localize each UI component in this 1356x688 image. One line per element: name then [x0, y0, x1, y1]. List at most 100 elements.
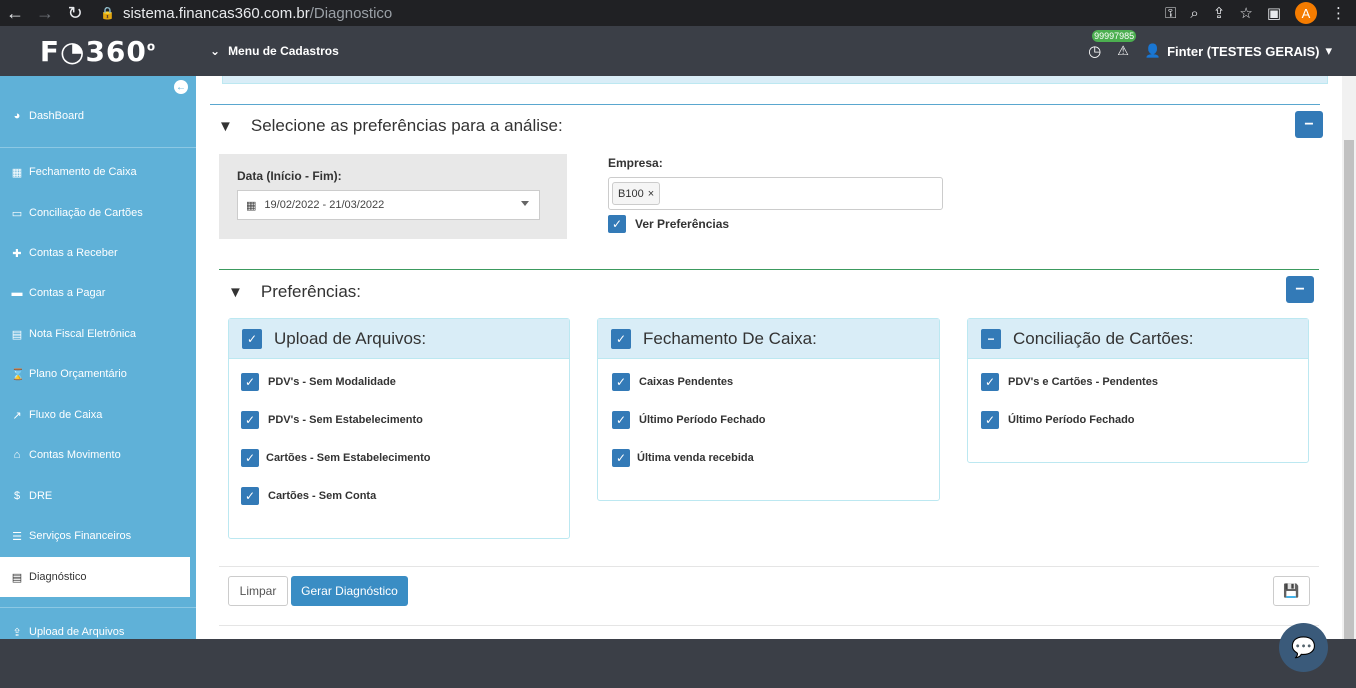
- document-icon: ▤: [11, 571, 23, 584]
- sidebar-item-contas-movimento[interactable]: ⌂ Contas Movimento: [0, 435, 196, 475]
- checkbox-checked-icon[interactable]: ✓: [612, 373, 630, 391]
- back-icon[interactable]: ←: [0, 3, 30, 24]
- profile-avatar[interactable]: A: [1295, 2, 1317, 24]
- menu-cadastros-button[interactable]: ⌄ Menu de Cadastros: [210, 44, 339, 58]
- sidebar-item-contas-pagar[interactable]: ▬ Contas a Pagar: [0, 273, 196, 313]
- sidebar-item-diagnostico[interactable]: ▤ Diagnóstico: [0, 557, 190, 597]
- warning-icon[interactable]: ⚠: [1117, 43, 1129, 59]
- checkbox-checked-icon[interactable]: ✓: [241, 411, 259, 429]
- chat-icon[interactable]: 💬: [1279, 623, 1328, 672]
- scrollbar-thumb[interactable]: [1344, 140, 1354, 639]
- user-label: Finter (TESTES GERAIS): [1167, 43, 1320, 59]
- page-scrollbar[interactable]: [1342, 76, 1356, 639]
- minus-icon: ▬: [11, 287, 23, 299]
- notif-badge: 99997985: [1092, 30, 1137, 42]
- url-host: sistema.financas360.com.br: [122, 4, 310, 22]
- clock-notifications[interactable]: ◷ 99997985: [1088, 30, 1137, 60]
- calendar-icon: ▦: [246, 199, 257, 212]
- sidebar-item-servicos[interactable]: ☰ Serviços Financeiros: [0, 516, 196, 556]
- checkbox-checked-icon[interactable]: ✓: [981, 373, 999, 391]
- card-header: ✓ Fechamento De Caixa:: [598, 319, 939, 359]
- empresa-label: Empresa:: [608, 156, 663, 170]
- checkbox-checked-icon[interactable]: ✓: [612, 411, 630, 429]
- sidebar-item-fechamento[interactable]: ▦ Fechamento de Caixa: [0, 152, 196, 192]
- menu-cadastros-label: Menu de Cadastros: [228, 44, 339, 58]
- card-header: ✓ Upload de Arquivos:: [229, 319, 569, 359]
- more-menu-icon[interactable]: ⋮: [1331, 4, 1346, 22]
- ver-preferencias-label: Ver Preferências: [635, 217, 730, 231]
- sidebar-item-dashboard[interactable]: ◕ DashBoard: [0, 96, 196, 136]
- checkbox-checked-icon[interactable]: ✓: [608, 215, 626, 233]
- checkbox-checked-icon[interactable]: ✓: [241, 373, 259, 391]
- collapse-preferences-button[interactable]: −: [1286, 276, 1314, 303]
- save-icon[interactable]: 💾: [1273, 576, 1310, 606]
- sidebar-item-plano[interactable]: ⌛ Plano Orçamentário: [0, 354, 196, 394]
- limpar-button[interactable]: Limpar: [228, 576, 288, 606]
- reload-icon[interactable]: ↻: [60, 3, 90, 24]
- card-title: Conciliação de Cartões:: [1013, 328, 1194, 348]
- checkbox-checked-icon[interactable]: ✓: [611, 328, 631, 349]
- date-range-input[interactable]: ▦ 19/02/2022 - 21/03/2022: [237, 190, 540, 220]
- empresa-select[interactable]: B100 ×: [608, 177, 943, 210]
- chart-icon: ↗: [12, 409, 22, 422]
- empresa-tag-label: B100: [618, 187, 644, 200]
- sidebar-item-conciliacao[interactable]: ▭ Conciliação de Cartões: [0, 193, 196, 233]
- sidebar-item-contas-receber[interactable]: ✚ Contas a Receber: [0, 233, 196, 273]
- date-label: Data (Início - Fim):: [237, 169, 342, 183]
- filters-top-border: [210, 104, 1320, 105]
- date-filter-box: Data (Início - Fim): ▦ 19/02/2022 - 21/0…: [219, 154, 567, 239]
- funnel-icon: ▼: [218, 117, 233, 135]
- sidebar-item-upload[interactable]: ⇪ Upload de Arquivos: [0, 612, 196, 639]
- dashboard-icon: ◕: [13, 110, 21, 122]
- bookmark-star-icon[interactable]: ☆: [1239, 4, 1252, 22]
- pref-item[interactable]: ✓ PDV's e Cartões - Pendentes: [981, 373, 1158, 391]
- list-icon: ☰: [12, 530, 22, 543]
- tag-remove-icon[interactable]: ×: [648, 188, 654, 200]
- pref-item[interactable]: ✓ Cartões - Sem Conta: [241, 487, 376, 505]
- pref-item[interactable]: ✓ Última venda recebida: [612, 449, 754, 467]
- main-content: ▼ Selecione as preferências para a análi…: [196, 76, 1342, 639]
- card-fechamento-caixa: ✓ Fechamento De Caixa:: [597, 318, 940, 501]
- checkbox-checked-icon[interactable]: ✓: [612, 449, 630, 467]
- collapse-sidebar-icon[interactable]: ←: [174, 80, 188, 94]
- zoom-icon[interactable]: ⌕: [1190, 5, 1198, 22]
- key-icon[interactable]: ⚿: [1165, 5, 1176, 22]
- share-icon[interactable]: ⇪: [1213, 4, 1226, 22]
- gerar-diagnostico-button[interactable]: Gerar Diagnóstico: [291, 576, 408, 606]
- date-range-value: 19/02/2022 - 21/03/2022: [264, 199, 385, 211]
- checkbox-checked-icon[interactable]: ✓: [241, 487, 259, 505]
- pref-item[interactable]: ✓ PDV's - Sem Modalidade: [241, 373, 396, 391]
- funnel-icon: ▼: [228, 283, 243, 301]
- sidepanel-icon[interactable]: ▣: [1267, 4, 1281, 22]
- sidebar-item-nota-fiscal[interactable]: ▤ Nota Fiscal Eletrônica: [0, 314, 196, 354]
- pref-item[interactable]: ✓ Caixas Pendentes: [612, 373, 733, 391]
- preferences-header: ▼ Preferências:: [228, 282, 361, 302]
- forward-icon[interactable]: →: [30, 3, 60, 24]
- plus-icon: ✚: [12, 247, 22, 260]
- checkbox-checked-icon[interactable]: ✓: [981, 411, 999, 429]
- sidebar-divider: [0, 607, 196, 608]
- app-logo[interactable]: F◔360o: [0, 35, 196, 68]
- checkbox-checked-icon[interactable]: ✓: [241, 449, 259, 467]
- ver-preferencias-row[interactable]: ✓ Ver Preferências: [608, 215, 729, 233]
- footer-divider: [219, 566, 1319, 567]
- pref-item[interactable]: ✓ Cartões - Sem Estabelecimento: [241, 449, 430, 467]
- chevron-down-icon: ⌄: [210, 44, 221, 58]
- checkbox-indeterminate-icon[interactable]: −: [981, 328, 1001, 349]
- clock-icon: ◷: [1088, 43, 1102, 60]
- filters-header: ▼ Selecione as preferências para a análi…: [218, 116, 563, 136]
- pref-item[interactable]: ✓ Último Período Fechado: [981, 411, 1135, 429]
- pref-item[interactable]: ✓ PDV's - Sem Estabelecimento: [241, 411, 423, 429]
- user-menu[interactable]: 👤 Finter (TESTES GERAIS) ▾: [1145, 43, 1332, 59]
- card-title: Fechamento De Caixa:: [643, 328, 817, 348]
- address-bar[interactable]: 🔒 sistema.financas360.com.br/Diagnostico: [100, 5, 392, 22]
- url-path: /Diagnostico: [309, 4, 393, 22]
- sidebar-item-fluxo[interactable]: ↗ Fluxo de Caixa: [0, 395, 196, 435]
- pref-item[interactable]: ✓ Último Período Fechado: [612, 411, 766, 429]
- sidebar-item-dre[interactable]: $ DRE: [0, 476, 196, 516]
- dollar-icon: $: [13, 490, 21, 502]
- checkbox-checked-icon[interactable]: ✓: [242, 328, 262, 349]
- calendar-icon: ▦: [11, 166, 23, 179]
- collapse-filters-button[interactable]: −: [1295, 111, 1323, 138]
- sidebar-divider: [0, 147, 196, 148]
